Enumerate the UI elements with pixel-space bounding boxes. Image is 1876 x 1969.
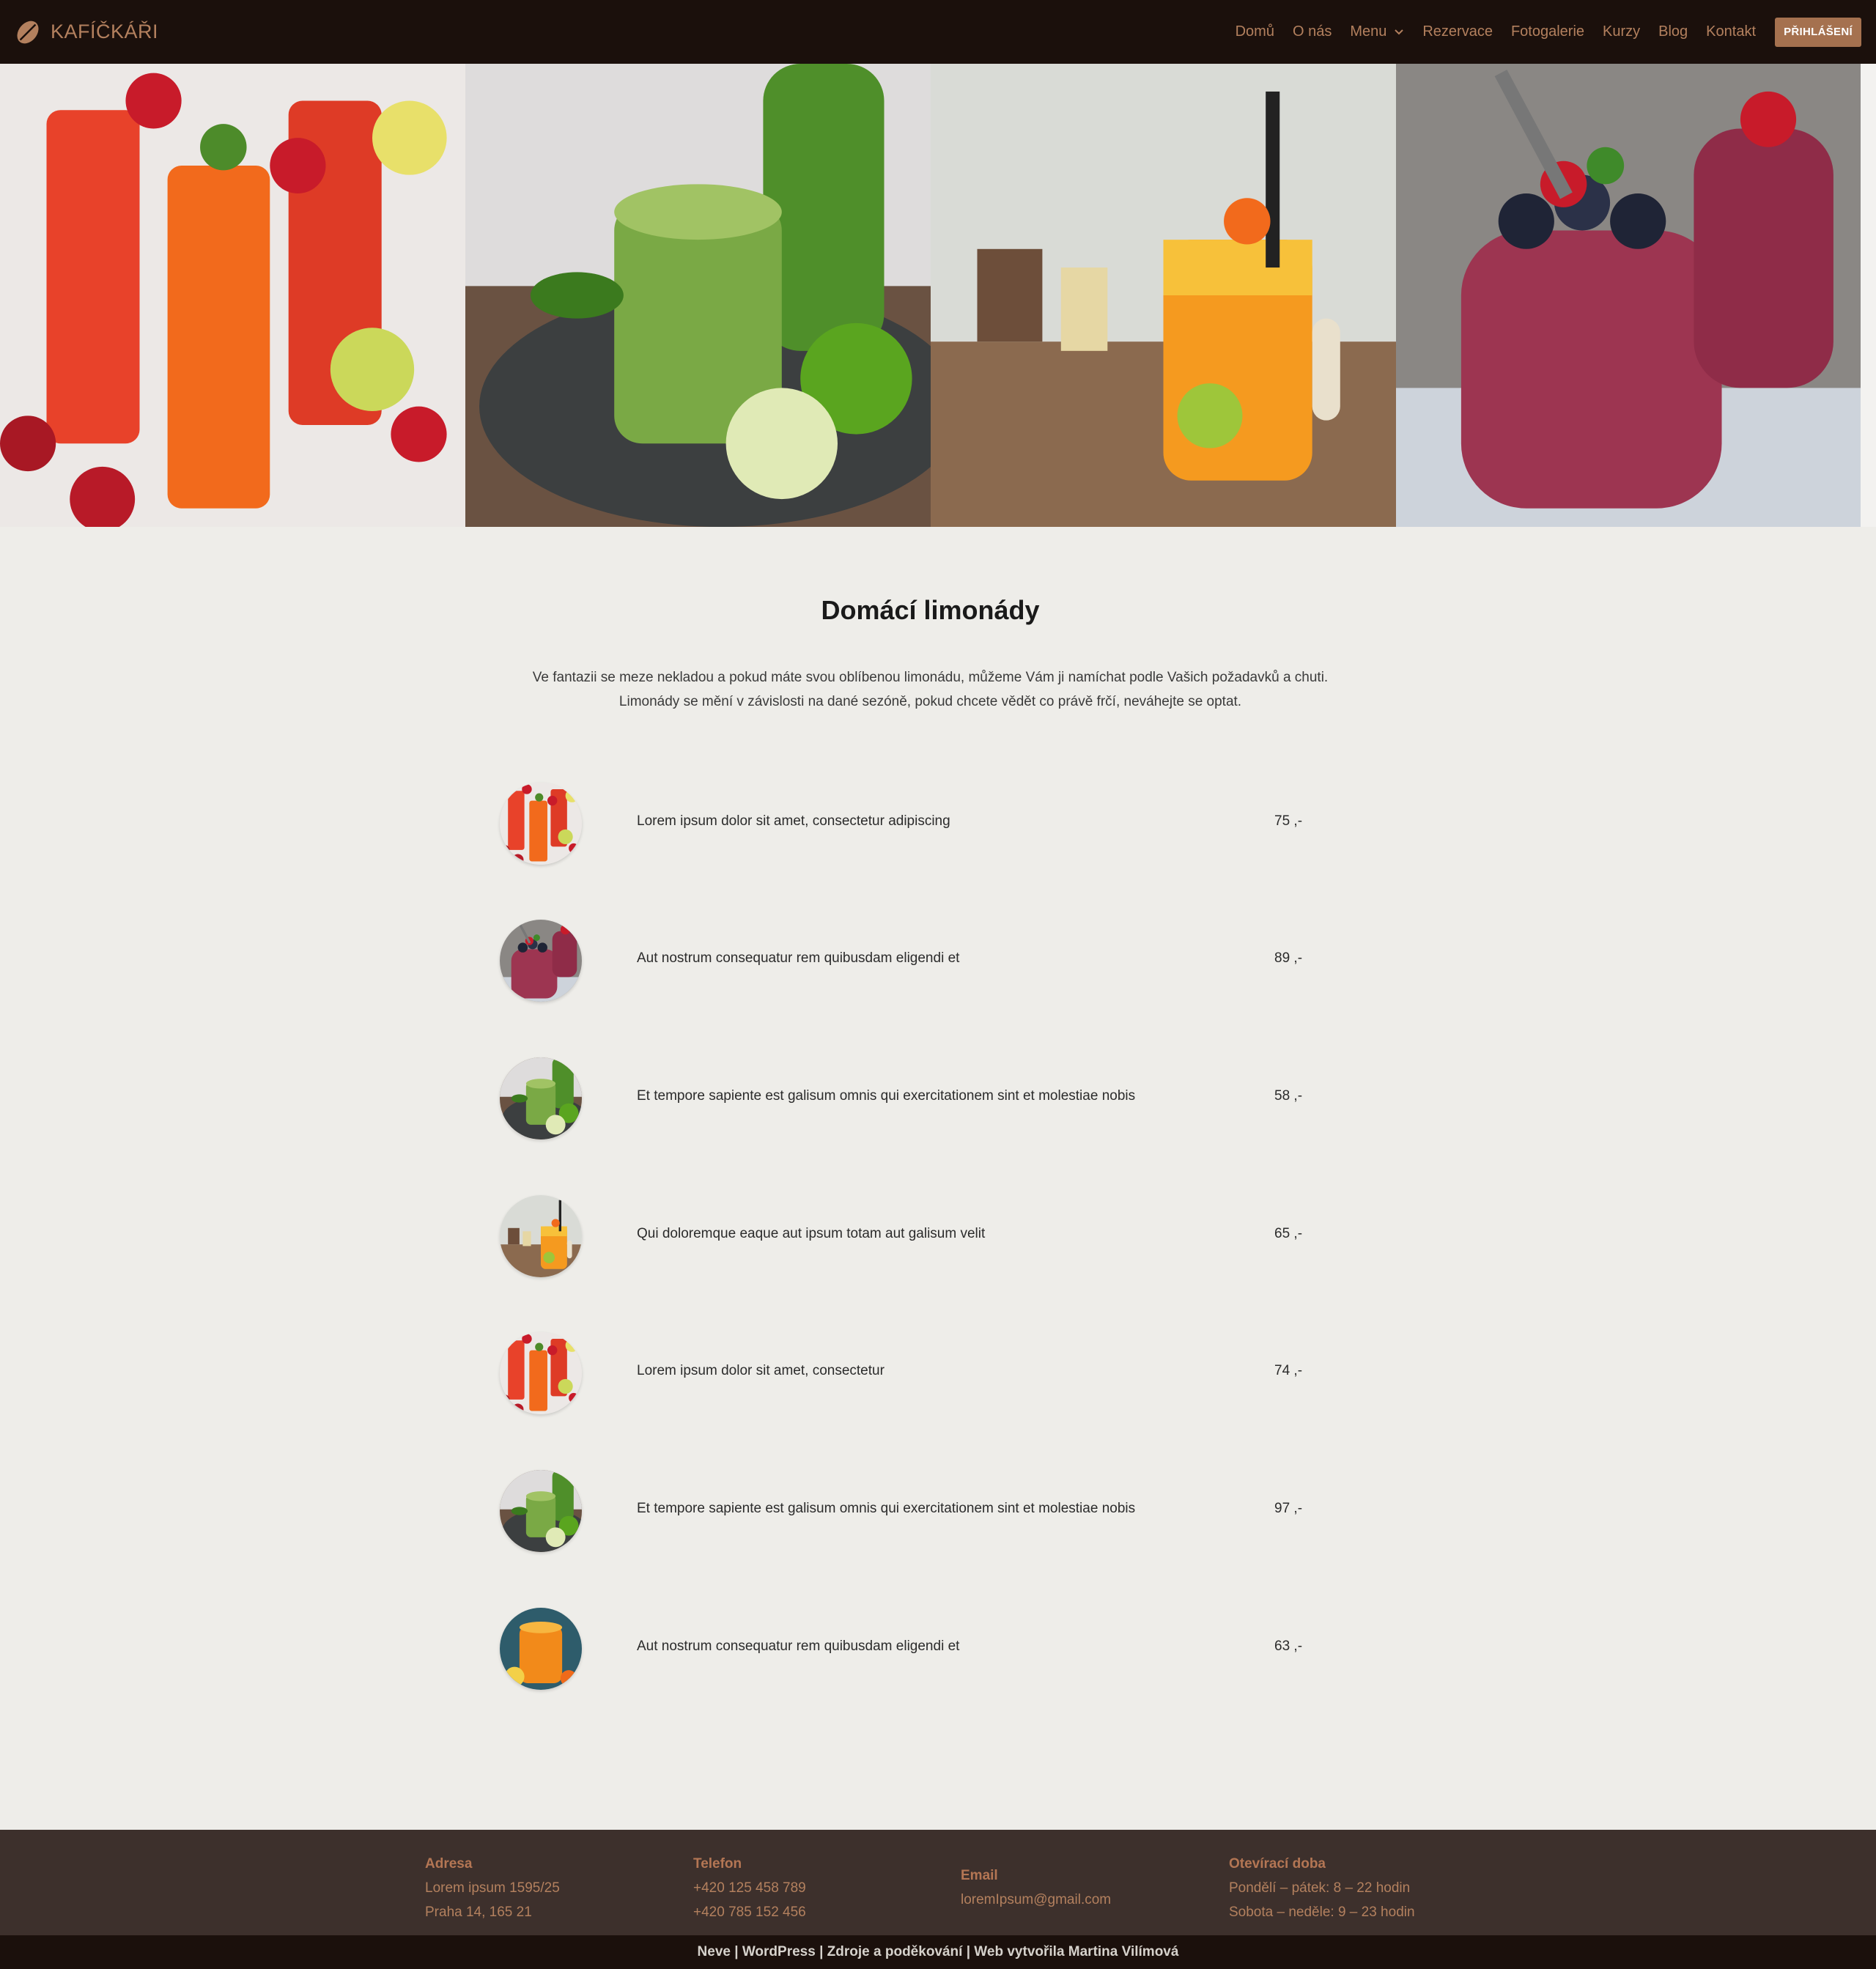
chevron-down-icon xyxy=(1395,29,1404,34)
nav-domu[interactable]: Domů xyxy=(1236,23,1274,40)
nav-menu-label: Menu xyxy=(1350,23,1387,40)
menu-item-name: Lorem ipsum dolor sit amet, consectetur xyxy=(637,1363,885,1378)
footer-address-line2: Praha 14, 165 21 xyxy=(425,1905,532,1920)
menu-item: Et tempore sapiente est galisum omnis qu… xyxy=(0,1470,1876,1552)
page-title: Domácí limonády xyxy=(821,595,1040,625)
footer-phone: Telefon +420 125 458 789 +420 785 152 45… xyxy=(693,1852,806,1924)
hero-gallery xyxy=(0,64,1861,527)
footer-address: Adresa Lorem ipsum 1595/25 Praha 14, 165… xyxy=(425,1852,560,1924)
intro-text: Ve fantazii se meze nekladou a pokud mát… xyxy=(0,665,1861,714)
main-nav: Domů O nás Menu Rezervace Fotogalerie Ku… xyxy=(1217,0,1861,64)
drink-thumbnail xyxy=(500,1608,582,1690)
nav-fotogalerie[interactable]: Fotogalerie xyxy=(1511,23,1584,40)
menu-item-price: 63 ,- xyxy=(1274,1639,1303,1654)
logo-text: KAFÍČKÁŘI xyxy=(51,21,159,43)
footer-credits[interactable]: Neve | WordPress | Zdroje a poděkování |… xyxy=(0,1935,1876,1969)
page-edge-strip xyxy=(1861,64,1876,527)
drink-thumbnail xyxy=(500,920,582,1002)
footer-address-line1: Lorem ipsum 1595/25 xyxy=(425,1880,560,1896)
intro-line-2: Limonády se mění v závislosti na dané se… xyxy=(618,694,1242,709)
menu-item: Aut nostrum consequatur rem quibusdam el… xyxy=(0,920,1876,1002)
menu-item: Aut nostrum consequatur rem quibusdam el… xyxy=(0,1608,1876,1690)
nav-o-nas[interactable]: O nás xyxy=(1293,23,1332,40)
drink-thumbnail xyxy=(500,783,582,865)
menu-item-name: Qui doloremque eaque aut ipsum totam aut… xyxy=(637,1226,986,1241)
menu-item-name: Lorem ipsum dolor sit amet, consectetur … xyxy=(637,813,950,829)
footer-phone-heading: Telefon xyxy=(693,1856,742,1872)
menu-item: Qui doloremque eaque aut ipsum totam aut… xyxy=(0,1195,1876,1277)
nav-kontakt[interactable]: Kontakt xyxy=(1706,23,1756,40)
nav-menu[interactable]: Menu xyxy=(1350,23,1404,40)
menu-item: Lorem ipsum dolor sit amet, consectetur … xyxy=(0,783,1876,865)
footer-email: Email loremIpsum@gmail.com xyxy=(961,1863,1111,1912)
drink-thumbnail xyxy=(500,1332,582,1414)
nav-rezervace[interactable]: Rezervace xyxy=(1422,23,1493,40)
footer-hours-weekday: Pondělí – pátek: 8 – 22 hodin xyxy=(1229,1880,1411,1896)
footer-hours: Otevírací doba Pondělí – pátek: 8 – 22 h… xyxy=(1229,1852,1415,1924)
footer-email-heading: Email xyxy=(961,1868,998,1883)
footer-hours-weekend: Sobota – neděle: 9 – 23 hodin xyxy=(1229,1905,1415,1920)
hero-image-green-smoothie xyxy=(465,64,931,527)
nav-kurzy[interactable]: Kurzy xyxy=(1603,23,1640,40)
menu-item-price: 65 ,- xyxy=(1274,1226,1303,1241)
coffee-bean-icon xyxy=(17,21,39,43)
hero-image-orange-drink xyxy=(931,64,1396,527)
menu-item-price: 74 ,- xyxy=(1274,1363,1303,1378)
footer-address-heading: Adresa xyxy=(425,1856,473,1872)
menu-item-name: Aut nostrum consequatur rem quibusdam el… xyxy=(637,1639,960,1654)
site-header: KAFÍČKÁŘI Domů O nás Menu Rezervace Foto… xyxy=(0,0,1876,64)
login-button[interactable]: PŘIHLÁŠENÍ xyxy=(1775,17,1861,47)
intro-line-1: Ve fantazii se meze nekladou a pokud mát… xyxy=(532,670,1329,685)
footer-hours-heading: Otevírací doba xyxy=(1229,1856,1326,1872)
menu-item: Lorem ipsum dolor sit amet, consectetur … xyxy=(0,1332,1876,1414)
drink-thumbnail xyxy=(500,1470,582,1552)
hero-image-red-lemonade xyxy=(0,64,465,527)
site-footer: Adresa Lorem ipsum 1595/25 Praha 14, 165… xyxy=(0,1830,1876,1935)
site-logo[interactable]: KAFÍČKÁŘI xyxy=(14,18,158,46)
footer-phone-line2[interactable]: +420 785 152 456 xyxy=(693,1900,806,1924)
menu-item-name: Et tempore sapiente est galisum omnis qu… xyxy=(637,1088,1136,1104)
menu-item-price: 58 ,- xyxy=(1274,1088,1303,1104)
drink-thumbnail xyxy=(500,1057,582,1139)
menu-item: Et tempore sapiente est galisum omnis qu… xyxy=(0,1057,1876,1139)
drink-thumbnail xyxy=(500,1195,582,1277)
footer-phone-line1[interactable]: +420 125 458 789 xyxy=(693,1876,806,1900)
hero-image-berry-smoothie xyxy=(1396,64,1861,527)
footer-email-link[interactable]: loremIpsum@gmail.com xyxy=(961,1888,1111,1912)
nav-blog[interactable]: Blog xyxy=(1658,23,1688,40)
menu-item-name: Et tempore sapiente est galisum omnis qu… xyxy=(637,1501,1136,1516)
menu-item-price: 97 ,- xyxy=(1274,1501,1303,1516)
menu-item-price: 75 ,- xyxy=(1274,813,1303,829)
menu-item-name: Aut nostrum consequatur rem quibusdam el… xyxy=(637,950,960,966)
menu-item-price: 89 ,- xyxy=(1274,950,1303,966)
